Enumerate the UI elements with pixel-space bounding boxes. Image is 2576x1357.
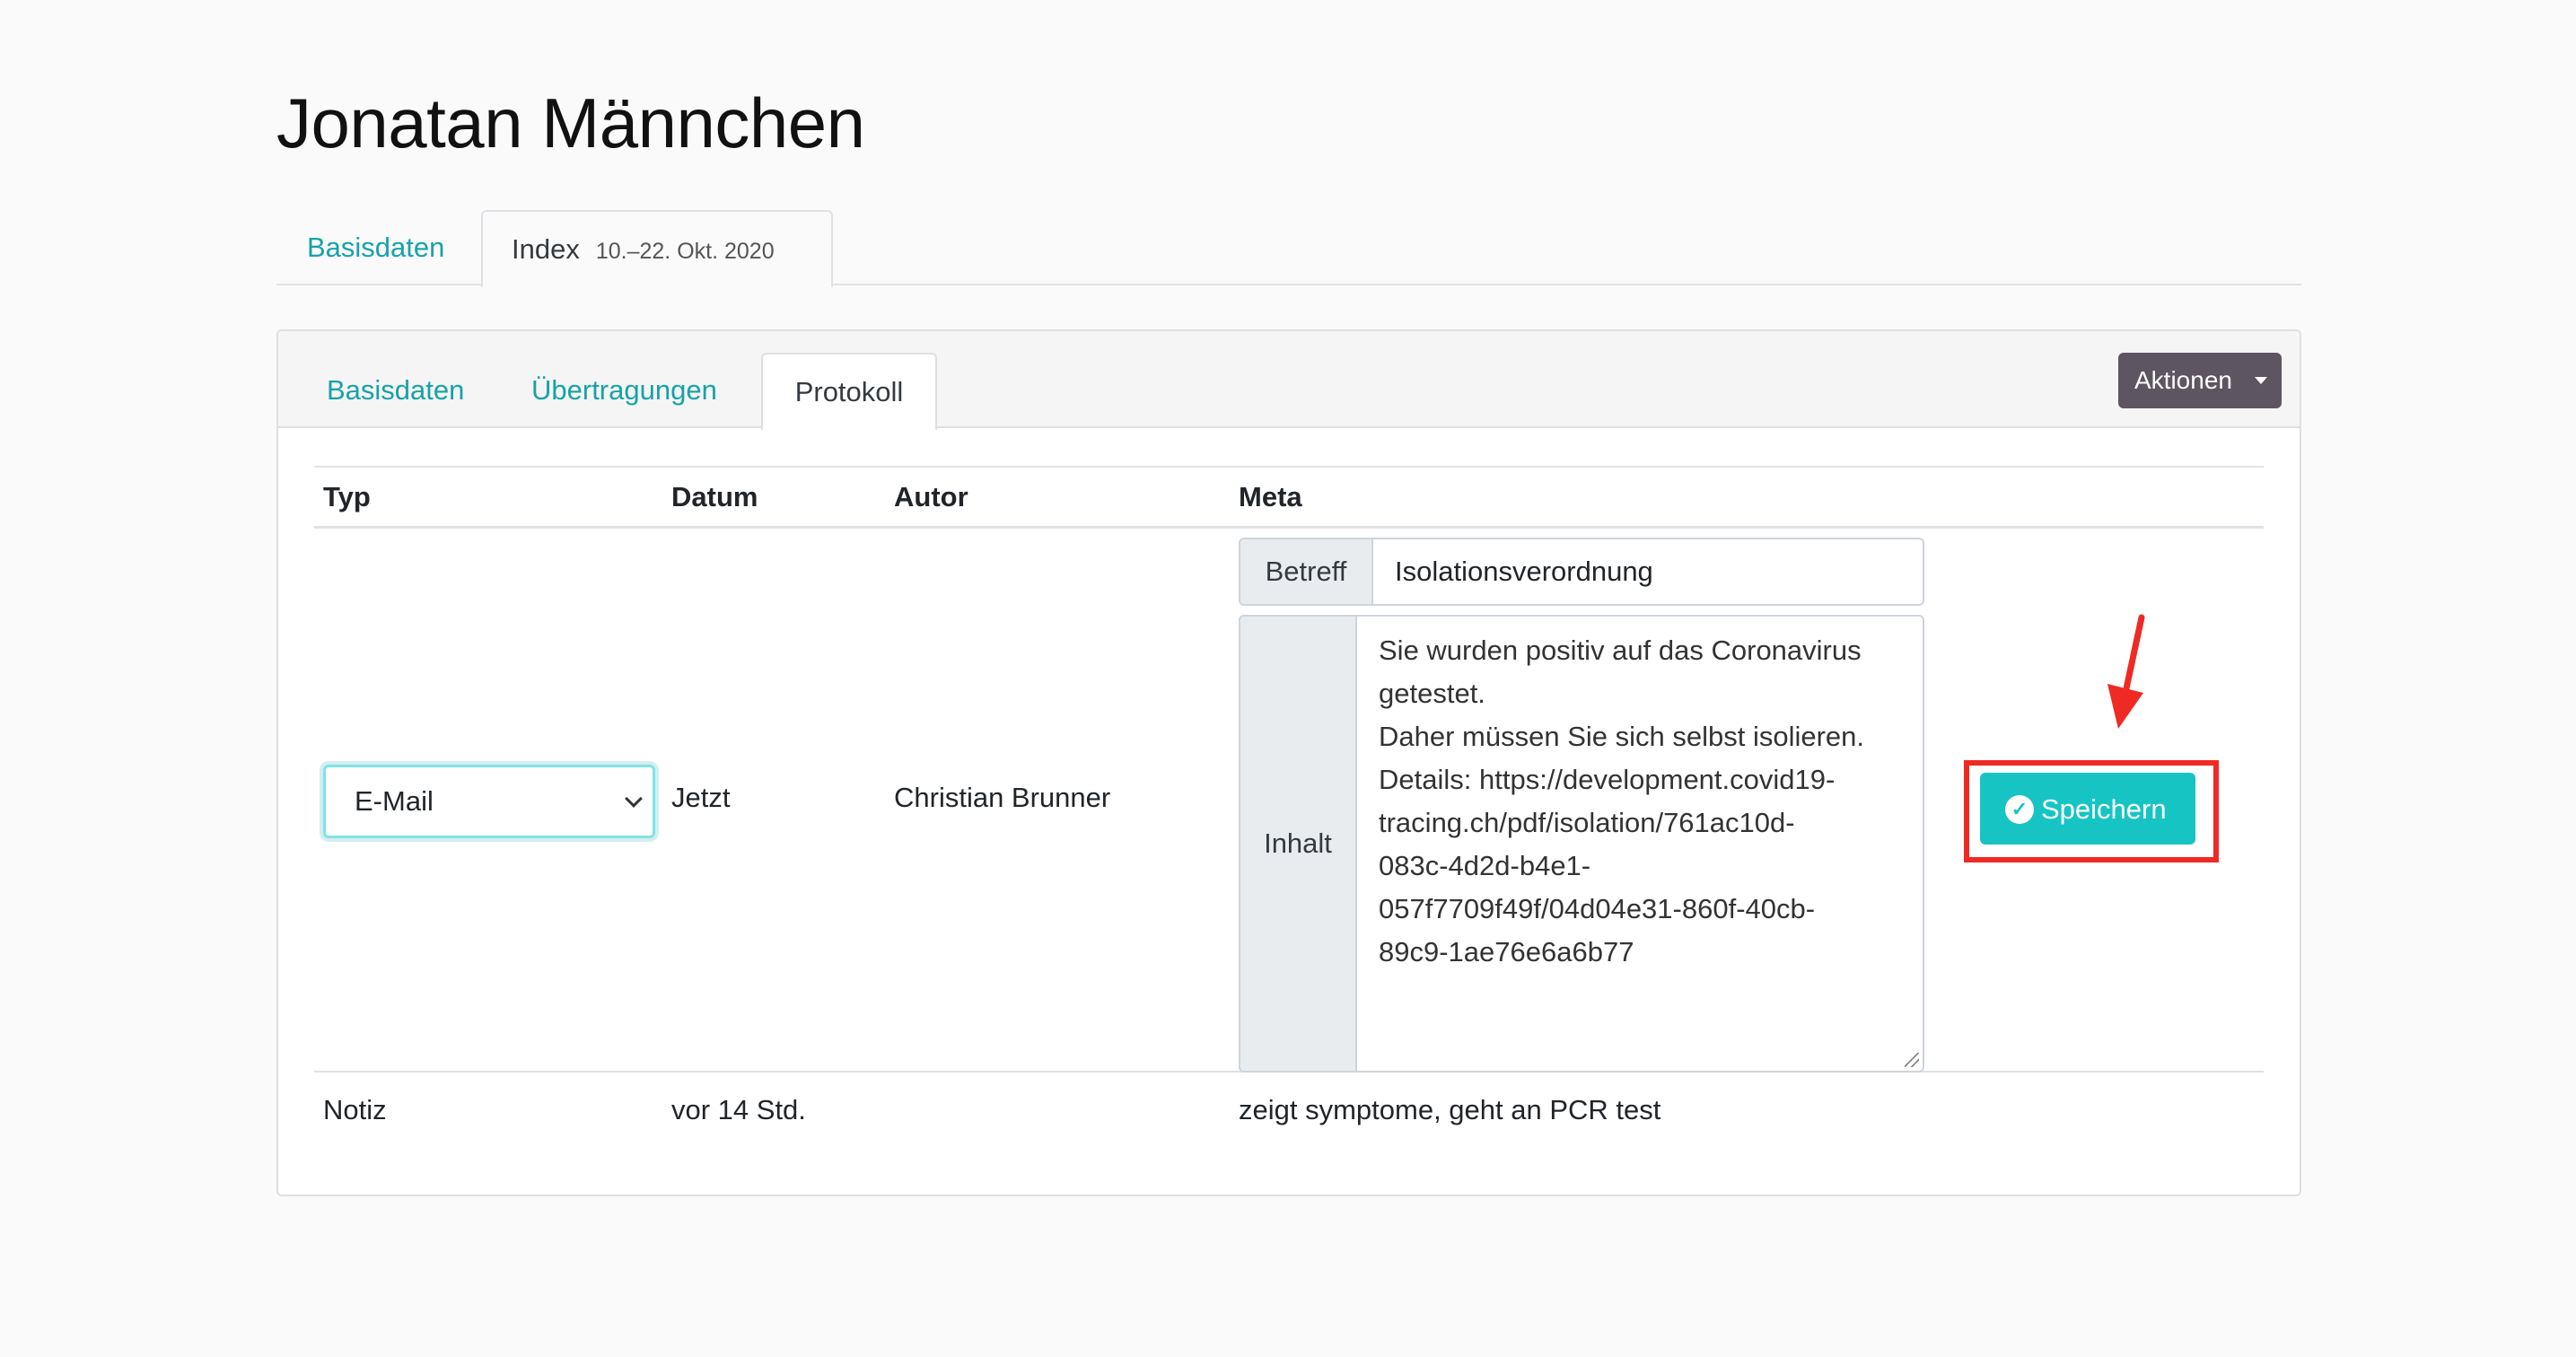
subject-input[interactable]: Isolationsverordnung bbox=[1371, 538, 1924, 606]
save-label: Speichern bbox=[2041, 793, 2167, 825]
header-autor: Autor bbox=[894, 481, 968, 512]
caret-down-icon bbox=[2255, 377, 2267, 384]
protocol-card: Basisdaten Übertragungen Protokoll Aktio… bbox=[276, 329, 2301, 1196]
save-button[interactable]: ✓ Speichern bbox=[1980, 773, 2195, 845]
page-title: Jonatan Männchen bbox=[276, 83, 865, 162]
row-date: vor 14 Std. bbox=[671, 1094, 806, 1125]
tab-date-range: 10.–22. Okt. 2020 bbox=[595, 239, 775, 264]
tab-label: Index bbox=[512, 233, 580, 265]
date-cell: Jetzt bbox=[671, 782, 731, 813]
content-value: Sie wurden positiv auf das Coronavirus g… bbox=[1379, 635, 1865, 967]
tab-inner-basisdaten[interactable]: Basisdaten bbox=[327, 353, 464, 428]
tab-index[interactable]: Index 10.–22. Okt. 2020 bbox=[481, 210, 833, 287]
top-tab-bar: Basisdaten Index 10.–22. Okt. 2020 bbox=[276, 210, 2301, 287]
content-textarea[interactable]: Sie wurden positiv auf das Coronavirus g… bbox=[1355, 615, 1924, 1072]
subject-value: Isolationsverordnung bbox=[1395, 556, 1653, 587]
type-select-value: E-Mail bbox=[355, 785, 434, 817]
table-header: Typ Datum Autor Meta bbox=[314, 466, 2264, 529]
header-datum: Datum bbox=[671, 481, 758, 512]
tab-uebertragungen[interactable]: Übertragungen bbox=[531, 353, 717, 428]
resize-handle-icon[interactable] bbox=[1905, 1053, 1919, 1067]
chevron-down-icon bbox=[625, 790, 643, 808]
check-circle-icon: ✓ bbox=[2005, 795, 2034, 824]
tab-protokoll[interactable]: Protokoll bbox=[761, 353, 937, 430]
actions-label: Aktionen bbox=[2134, 366, 2232, 394]
tab-label: Basisdaten bbox=[307, 232, 445, 263]
table-row-edit: E-Mail Jetzt Christian Brunner Betreff I… bbox=[314, 529, 2264, 1072]
row-meta: zeigt symptome, geht an PCR test bbox=[1239, 1094, 1661, 1125]
tab-basisdaten[interactable]: Basisdaten bbox=[307, 210, 444, 285]
row-type: Notiz bbox=[323, 1094, 387, 1125]
header-typ: Typ bbox=[323, 481, 371, 512]
content-label: Inhalt bbox=[1239, 615, 1357, 1072]
annotation-arrow bbox=[2107, 614, 2145, 729]
card-header: Basisdaten Übertragungen Protokoll Aktio… bbox=[278, 331, 2300, 430]
author-cell: Christian Brunner bbox=[894, 782, 1111, 813]
type-select[interactable]: E-Mail bbox=[323, 765, 655, 838]
header-meta: Meta bbox=[1239, 481, 1302, 512]
subject-label: Betreff bbox=[1239, 538, 1373, 606]
actions-dropdown-button[interactable]: Aktionen bbox=[2118, 353, 2282, 408]
